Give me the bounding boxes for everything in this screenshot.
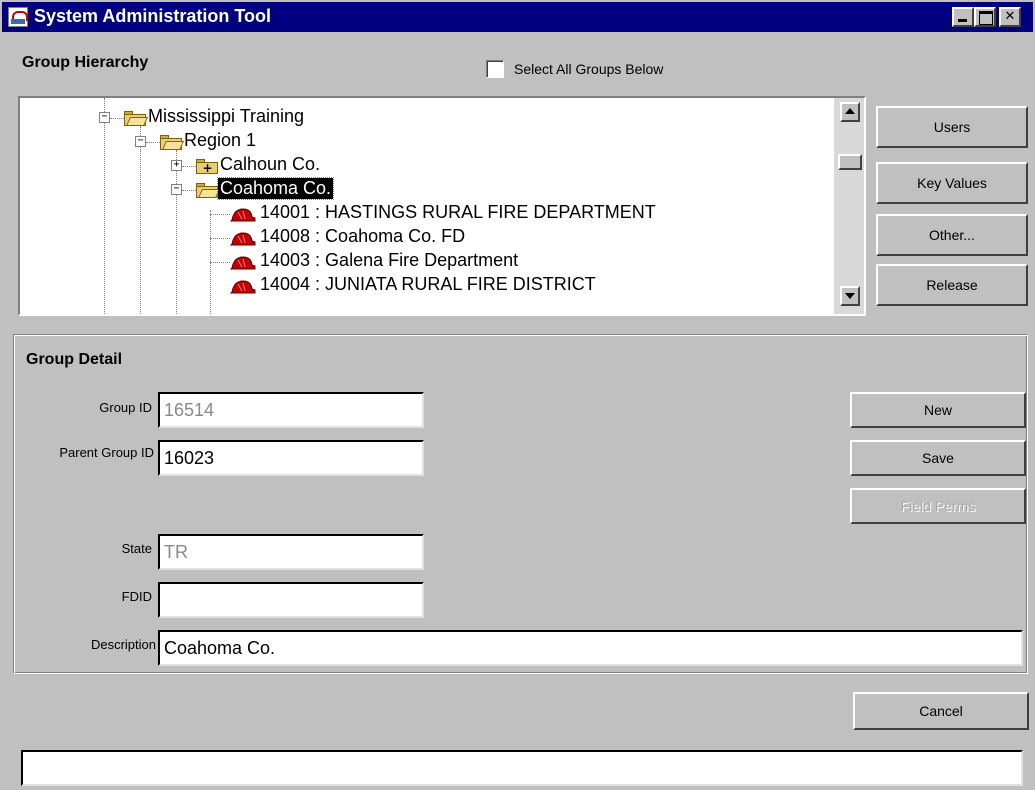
tree-node-county[interactable]: Calhoun Co.	[220, 154, 320, 175]
title-bar[interactable]: System Administration Tool ✕	[2, 2, 1033, 32]
open-folder-icon	[124, 111, 149, 126]
app-window: System Administration Tool ✕ Group Hiera…	[0, 0, 1035, 790]
select-all-groups-label: Select All Groups Below	[514, 61, 664, 77]
tree-collapse-toggle[interactable]: −	[171, 184, 182, 195]
minimize-button[interactable]	[952, 7, 974, 27]
description-label: Description	[90, 637, 156, 652]
fire-helmet-icon	[230, 280, 256, 294]
parent-group-id-label: Parent Group ID	[59, 445, 154, 460]
key-values-button[interactable]: Key Values	[876, 162, 1028, 204]
tree-node-root[interactable]: Mississippi Training	[148, 106, 304, 127]
other-button[interactable]: Other...	[876, 214, 1028, 256]
group-tree[interactable]: − Mississippi Training − Region 1 + + Ca…	[18, 96, 866, 316]
tree-collapse-toggle[interactable]: −	[99, 112, 110, 123]
tree-expand-toggle[interactable]: +	[171, 160, 182, 171]
state-field[interactable]: TR	[158, 534, 424, 570]
scroll-down-button[interactable]	[840, 286, 860, 306]
tree-node-department[interactable]: 14003 : Galena Fire Department	[260, 250, 518, 271]
users-button[interactable]: Users	[876, 106, 1028, 148]
field-perms-label: Field Perms	[900, 498, 976, 514]
maximize-button[interactable]	[974, 7, 996, 27]
description-field[interactable]: Coahoma Co.	[158, 630, 1023, 666]
close-icon: ✕	[1004, 9, 1016, 24]
closed-folder-icon: +	[196, 159, 218, 174]
group-hierarchy-heading: Group Hierarchy	[22, 54, 149, 71]
fire-helmet-icon	[230, 232, 256, 246]
scroll-thumb[interactable]	[838, 154, 862, 170]
status-bar	[21, 750, 1023, 786]
field-perms-button[interactable]: Field Perms	[850, 488, 1026, 524]
release-button[interactable]: Release	[876, 264, 1028, 306]
save-button[interactable]: Save	[850, 440, 1026, 476]
window-title: System Administration Tool	[34, 6, 272, 26]
tree-node-department[interactable]: 14001 : HASTINGS RURAL FIRE DEPARTMENT	[260, 202, 656, 223]
fdid-label: FDID	[121, 589, 152, 604]
tree-node-region[interactable]: Region 1	[184, 130, 256, 151]
parent-group-id-field[interactable]: 16023	[158, 440, 424, 476]
select-all-groups-checkbox[interactable]	[486, 60, 504, 78]
cancel-button[interactable]: Cancel	[853, 692, 1029, 730]
tree-collapse-toggle[interactable]: −	[135, 136, 146, 147]
fire-helmet-icon	[230, 208, 256, 222]
new-button[interactable]: New	[850, 392, 1026, 428]
tree-node-county-selected[interactable]: Coahoma Co.	[216, 177, 335, 200]
app-icon[interactable]	[8, 7, 28, 27]
group-id-label: Group ID	[99, 400, 152, 415]
scroll-up-button[interactable]	[840, 102, 860, 122]
open-folder-icon	[160, 135, 185, 150]
tree-node-department[interactable]: 14008 : Coahoma Co. FD	[260, 226, 465, 247]
open-folder-icon	[196, 183, 221, 198]
group-detail-heading: Group Detail	[26, 351, 123, 368]
fdid-field[interactable]	[158, 582, 424, 618]
close-button[interactable]: ✕	[999, 7, 1021, 27]
fire-helmet-icon	[230, 256, 256, 270]
state-label: State	[121, 541, 152, 556]
group-id-field[interactable]: 16514	[158, 392, 424, 428]
tree-node-department[interactable]: 14004 : JUNIATA RURAL FIRE DISTRICT	[260, 274, 596, 295]
tree-scrollbar[interactable]	[834, 98, 864, 314]
